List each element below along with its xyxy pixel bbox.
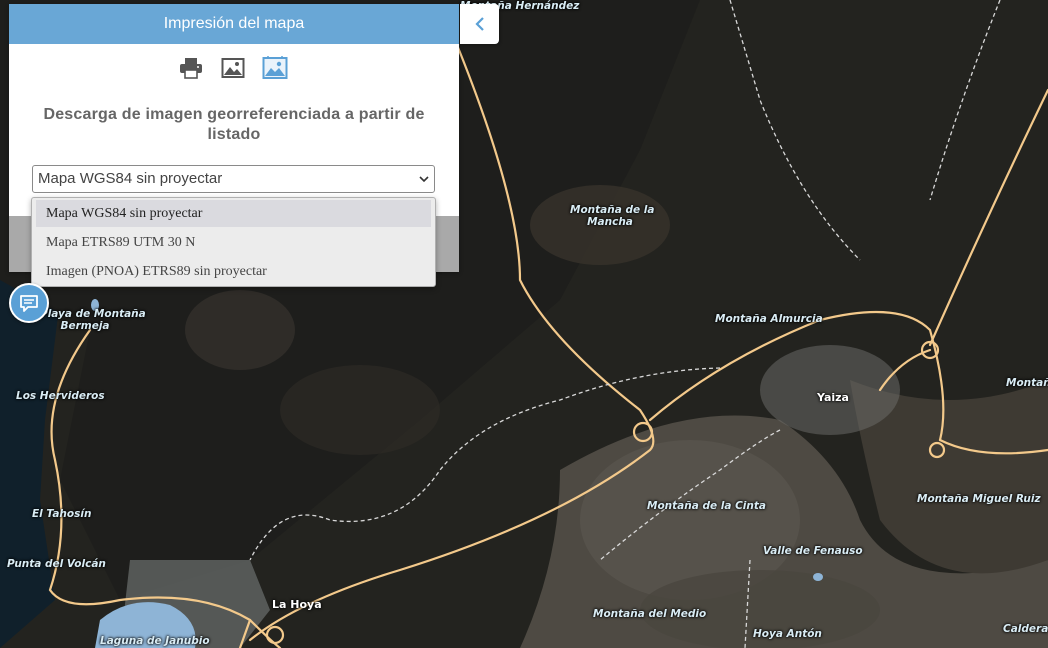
chevron-left-icon xyxy=(474,17,484,31)
map-label-montana-medio: Montaña del Medio xyxy=(593,608,707,620)
chat-button[interactable] xyxy=(9,283,49,323)
panel-description: Descarga de imagen georreferenciada a pa… xyxy=(43,106,425,143)
panel-title: Impresión del mapa xyxy=(9,4,459,44)
map-label-montana-miguel-ruiz: Montaña Miguel Ruiz xyxy=(917,493,1041,505)
print-mode-tabs xyxy=(9,55,459,83)
map-label-la-hoya: La Hoya xyxy=(272,598,322,611)
tab-print[interactable] xyxy=(178,55,204,81)
map-label-montana-cinta: Montaña de la Cinta xyxy=(647,500,766,512)
map-label-valle-fenauso: Valle de Fenauso xyxy=(763,545,863,557)
tab-georeferenced-image[interactable] xyxy=(262,55,288,81)
map-label-laguna-janubio: Laguna de Janubio xyxy=(100,635,210,647)
map-label-playa-bermeja: Playa de Montaña Bermeja xyxy=(40,308,146,332)
image-icon xyxy=(221,58,245,78)
printer-icon xyxy=(180,58,202,79)
map-label-hoya-anton: Hoya Antón xyxy=(753,628,822,640)
projection-dropdown-list: Mapa WGS84 sin proyectar Mapa ETRS89 UTM… xyxy=(31,197,436,287)
map-label-yaiza: Yaiza xyxy=(817,391,849,404)
map-label-los-hervideros: Los Hervideros xyxy=(16,390,105,402)
map-label-caldera: Caldera E xyxy=(1003,623,1048,635)
map-label-montana-right: Montaña xyxy=(1006,377,1048,389)
map-label-montana-mancha: Montaña de la Mancha xyxy=(570,204,655,228)
projection-select[interactable]: Mapa WGS84 sin proyectar xyxy=(32,165,435,193)
map-label-montana-almurcia: Montaña Almurcia xyxy=(715,313,823,325)
projection-select-value: Mapa WGS84 sin proyectar xyxy=(38,170,223,187)
chevron-down-icon xyxy=(419,176,429,183)
dropdown-option-pnoa-etrs89[interactable]: Imagen (PNOA) ETRS89 sin proyectar xyxy=(36,258,431,285)
dropdown-option-etrs89-utm30n[interactable]: Mapa ETRS89 UTM 30 N xyxy=(36,229,431,256)
chat-bubble-icon xyxy=(20,295,38,312)
dropdown-option-wgs84[interactable]: Mapa WGS84 sin proyectar xyxy=(36,200,431,227)
map-label-el-tahosin: El Tahosín xyxy=(32,508,92,520)
collapse-panel-button[interactable] xyxy=(460,4,499,44)
tab-image[interactable] xyxy=(220,55,246,81)
georeferenced-image-icon xyxy=(262,56,288,79)
map-label-punta-volcan: Punta del Volcán xyxy=(7,558,106,570)
